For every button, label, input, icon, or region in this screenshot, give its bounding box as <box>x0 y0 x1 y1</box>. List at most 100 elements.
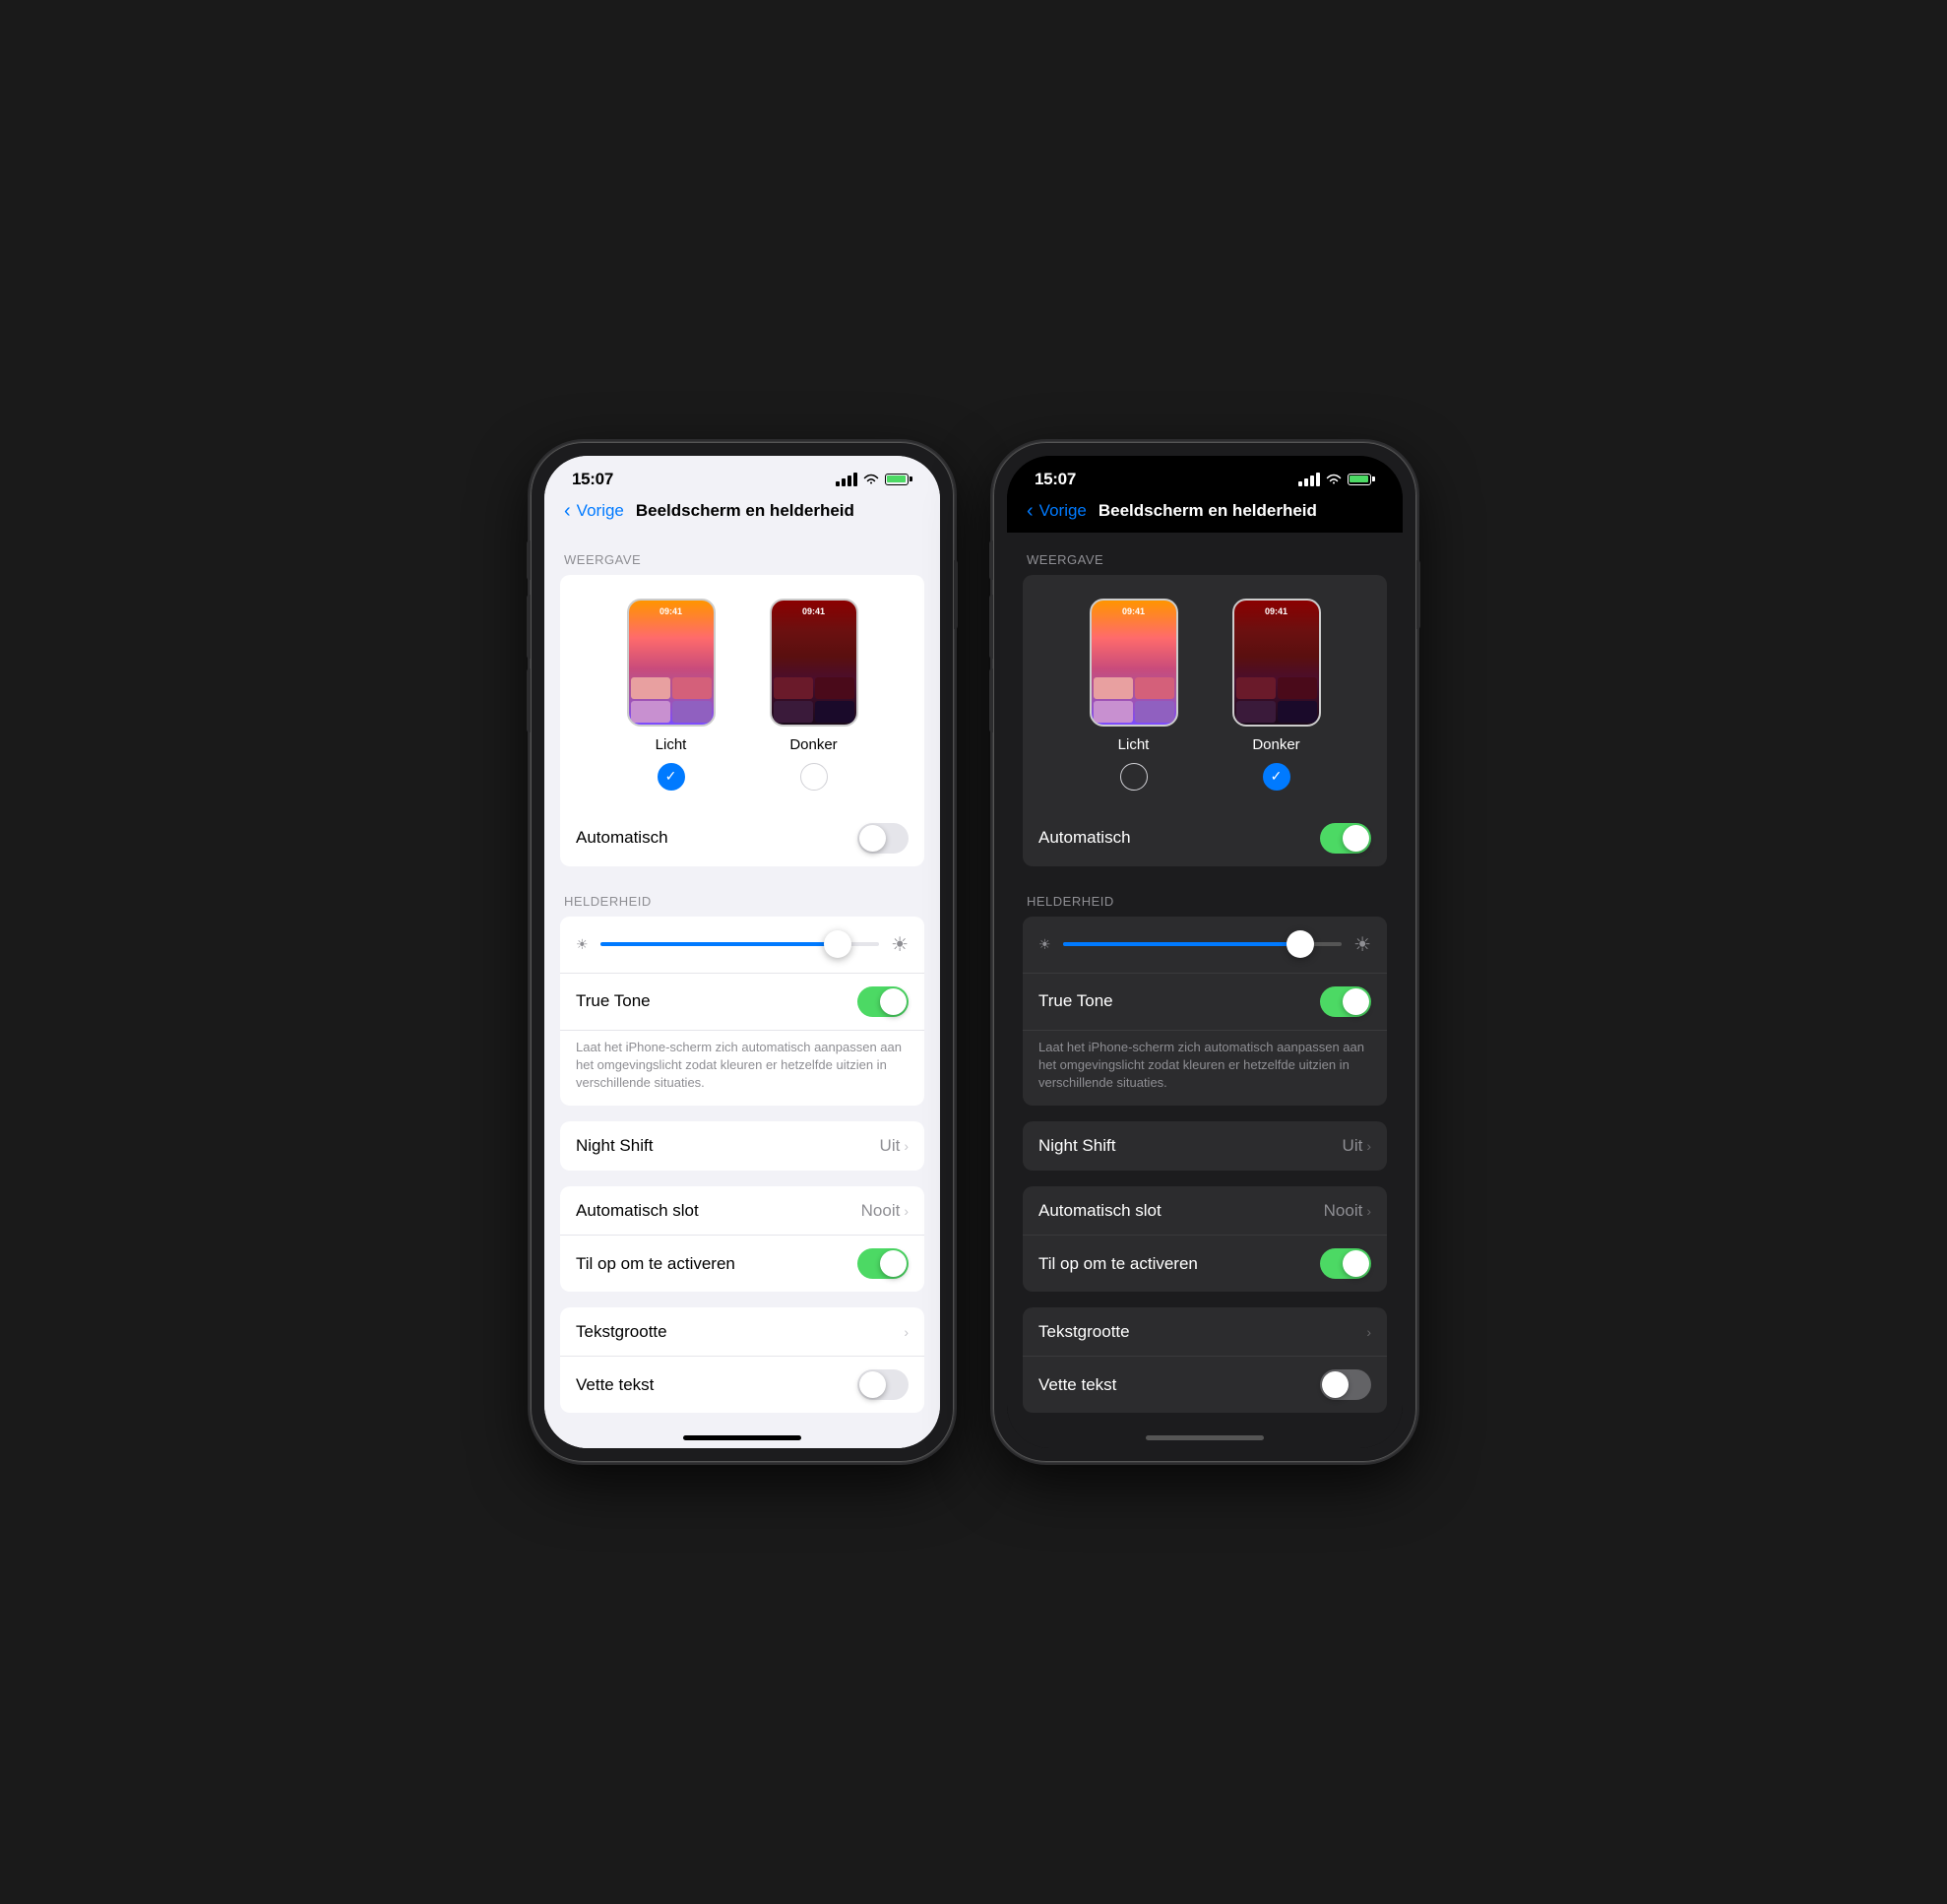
mode-radio[interactable] <box>1120 763 1148 791</box>
sun-low-icon: ☀ <box>1038 936 1051 953</box>
status-icons <box>836 473 912 486</box>
til-op-label: Til op om te activeren <box>1038 1254 1198 1274</box>
tekstgrootte-row[interactable]: Tekstgrootte › <box>1023 1307 1387 1357</box>
night-shift-value: Uit › <box>880 1136 909 1156</box>
status-icons <box>1298 473 1375 486</box>
til-op-label: Til op om te activeren <box>576 1254 735 1274</box>
true-tone-toggle[interactable] <box>857 986 909 1017</box>
true-tone-description: Laat het iPhone-scherm zich automatisch … <box>560 1031 924 1107</box>
battery-icon <box>1348 474 1375 485</box>
vette-tekst-label: Vette tekst <box>1038 1375 1116 1395</box>
true-tone-toggle[interactable] <box>1320 986 1371 1017</box>
section-header-helderheid: HELDERHEID <box>544 874 940 917</box>
page-title: Beeldscherm en helderheid <box>1099 501 1317 521</box>
true-tone-row[interactable]: True Tone <box>1023 974 1387 1031</box>
back-chevron-icon: ‹ <box>1027 501 1034 521</box>
phone-screen: 15:07 ‹VorigeBeeldscherm en helderheidWE… <box>1007 456 1403 1449</box>
tekstgrootte-label: Tekstgrootte <box>1038 1322 1130 1342</box>
weergave-card: 09:41 Licht ✓ 09:41 Donker Automatisch <box>560 575 924 866</box>
check-icon: ✓ <box>1271 768 1283 785</box>
preview-time: 09:41 <box>1092 606 1176 616</box>
brightness-track[interactable] <box>1063 942 1343 946</box>
automatisch-row[interactable]: Automatisch <box>560 810 924 866</box>
true-tone-description: Laat het iPhone-scherm zich automatisch … <box>1023 1031 1387 1107</box>
til-op-toggle[interactable] <box>857 1248 909 1279</box>
display-mode-licht[interactable]: 09:41 Licht ✓ <box>627 599 716 791</box>
weergave-card: 09:41 Licht 09:41 Donker ✓ Automatisch <box>1023 575 1387 866</box>
display-modes: 09:41 Licht 09:41 Donker ✓ <box>1023 575 1387 810</box>
tekstgrootte-value: › <box>904 1324 909 1340</box>
battery-icon <box>885 474 912 485</box>
true-tone-label: True Tone <box>576 991 651 1011</box>
automatisch-slot-value: Nooit › <box>1324 1201 1371 1221</box>
back-label: Vorige <box>1039 501 1087 521</box>
tekstgrootte-row[interactable]: Tekstgrootte › <box>560 1307 924 1357</box>
chevron-right-icon: › <box>1366 1324 1371 1340</box>
night-shift-label: Night Shift <box>576 1136 653 1156</box>
mode-label: Donker <box>1252 736 1299 753</box>
display-modes: 09:41 Licht ✓ 09:41 Donker <box>560 575 924 810</box>
phone-screen: 15:07 ‹ Vorige Beeldscherm en helderheid WE… <box>544 456 940 1449</box>
brightness-slider-row[interactable]: ☀☀ <box>1023 917 1387 974</box>
section-header-weergave: WEERGAVE <box>544 533 940 575</box>
automatisch-slot-row[interactable]: Automatisch slot Nooit › <box>560 1186 924 1236</box>
til-op-row[interactable]: Til op om te activeren <box>1023 1236 1387 1292</box>
brightness-slider-row[interactable]: ☀☀ <box>560 917 924 974</box>
wifi-icon <box>1326 474 1342 485</box>
display-mode-licht[interactable]: 09:41 Licht <box>1090 599 1178 791</box>
chevron-right-icon: › <box>904 1324 909 1340</box>
back-chevron-icon: ‹ <box>564 501 571 521</box>
brightness-thumb[interactable] <box>1287 930 1314 958</box>
preview-time: 09:41 <box>1234 606 1319 616</box>
chevron-right-icon: › <box>1366 1138 1371 1154</box>
preview-light: 09:41 <box>1090 599 1178 727</box>
vette-tekst-row[interactable]: Vette tekst <box>560 1357 924 1413</box>
automatisch-row[interactable]: Automatisch <box>1023 810 1387 866</box>
brightness-thumb[interactable] <box>824 930 851 958</box>
preview-time: 09:41 <box>629 606 714 616</box>
vette-tekst-toggle[interactable] <box>1320 1369 1371 1400</box>
night-shift-row[interactable]: Night Shift Uit › <box>560 1121 924 1171</box>
preview-light: 09:41 <box>627 599 716 727</box>
sun-high-icon: ☀ <box>1353 932 1371 957</box>
true-tone-row[interactable]: True Tone <box>560 974 924 1031</box>
section-header-weergave: WEERGAVE <box>1007 533 1403 575</box>
chevron-right-icon: › <box>904 1203 909 1219</box>
true-tone-label: True Tone <box>1038 991 1113 1011</box>
night-shift-label: Night Shift <box>1038 1136 1115 1156</box>
vette-tekst-label: Vette tekst <box>576 1375 654 1395</box>
page-title: Beeldscherm en helderheid <box>636 501 854 521</box>
tekstgrootte-label: Tekstgrootte <box>576 1322 667 1342</box>
automatisch-slot-row[interactable]: Automatisch slot Nooit › <box>1023 1186 1387 1236</box>
vette-tekst-toggle[interactable] <box>857 1369 909 1400</box>
automatisch-label: Automatisch <box>576 828 668 848</box>
preview-time: 09:41 <box>772 606 856 616</box>
back-label: Vorige <box>577 501 624 521</box>
til-op-row[interactable]: Til op om te activeren <box>560 1236 924 1292</box>
sun-high-icon: ☀ <box>891 932 909 957</box>
mode-label: Donker <box>789 736 837 753</box>
display-mode-donker[interactable]: 09:41 Donker ✓ <box>1232 599 1321 791</box>
nav-bar: ‹ Vorige Beeldscherm en helderheid <box>544 495 940 533</box>
mode-radio[interactable]: ✓ <box>1263 763 1290 791</box>
status-time: 15:07 <box>572 470 613 489</box>
chevron-right-icon: › <box>904 1138 909 1154</box>
automatisch-toggle[interactable] <box>857 823 909 854</box>
mode-label: Licht <box>1118 736 1150 753</box>
mode-label: Licht <box>656 736 687 753</box>
back-button[interactable]: ‹ Vorige <box>564 501 624 521</box>
display-mode-donker[interactable]: 09:41 Donker <box>770 599 858 791</box>
back-button[interactable]: ‹Vorige <box>1027 501 1087 521</box>
preview-dark: 09:41 <box>1232 599 1321 727</box>
night-shift-row[interactable]: Night Shift Uit › <box>1023 1121 1387 1171</box>
check-icon: ✓ <box>665 768 677 785</box>
automatisch-slot-label: Automatisch slot <box>576 1201 699 1221</box>
brightness-track[interactable] <box>600 942 880 946</box>
mode-radio[interactable]: ✓ <box>658 763 685 791</box>
vette-tekst-row[interactable]: Vette tekst <box>1023 1357 1387 1413</box>
til-op-toggle[interactable] <box>1320 1248 1371 1279</box>
wifi-icon <box>863 474 879 485</box>
automatisch-toggle[interactable] <box>1320 823 1371 854</box>
mode-radio[interactable] <box>800 763 828 791</box>
nav-bar: ‹Vorige Beeldscherm en helderheid <box>1007 495 1403 533</box>
